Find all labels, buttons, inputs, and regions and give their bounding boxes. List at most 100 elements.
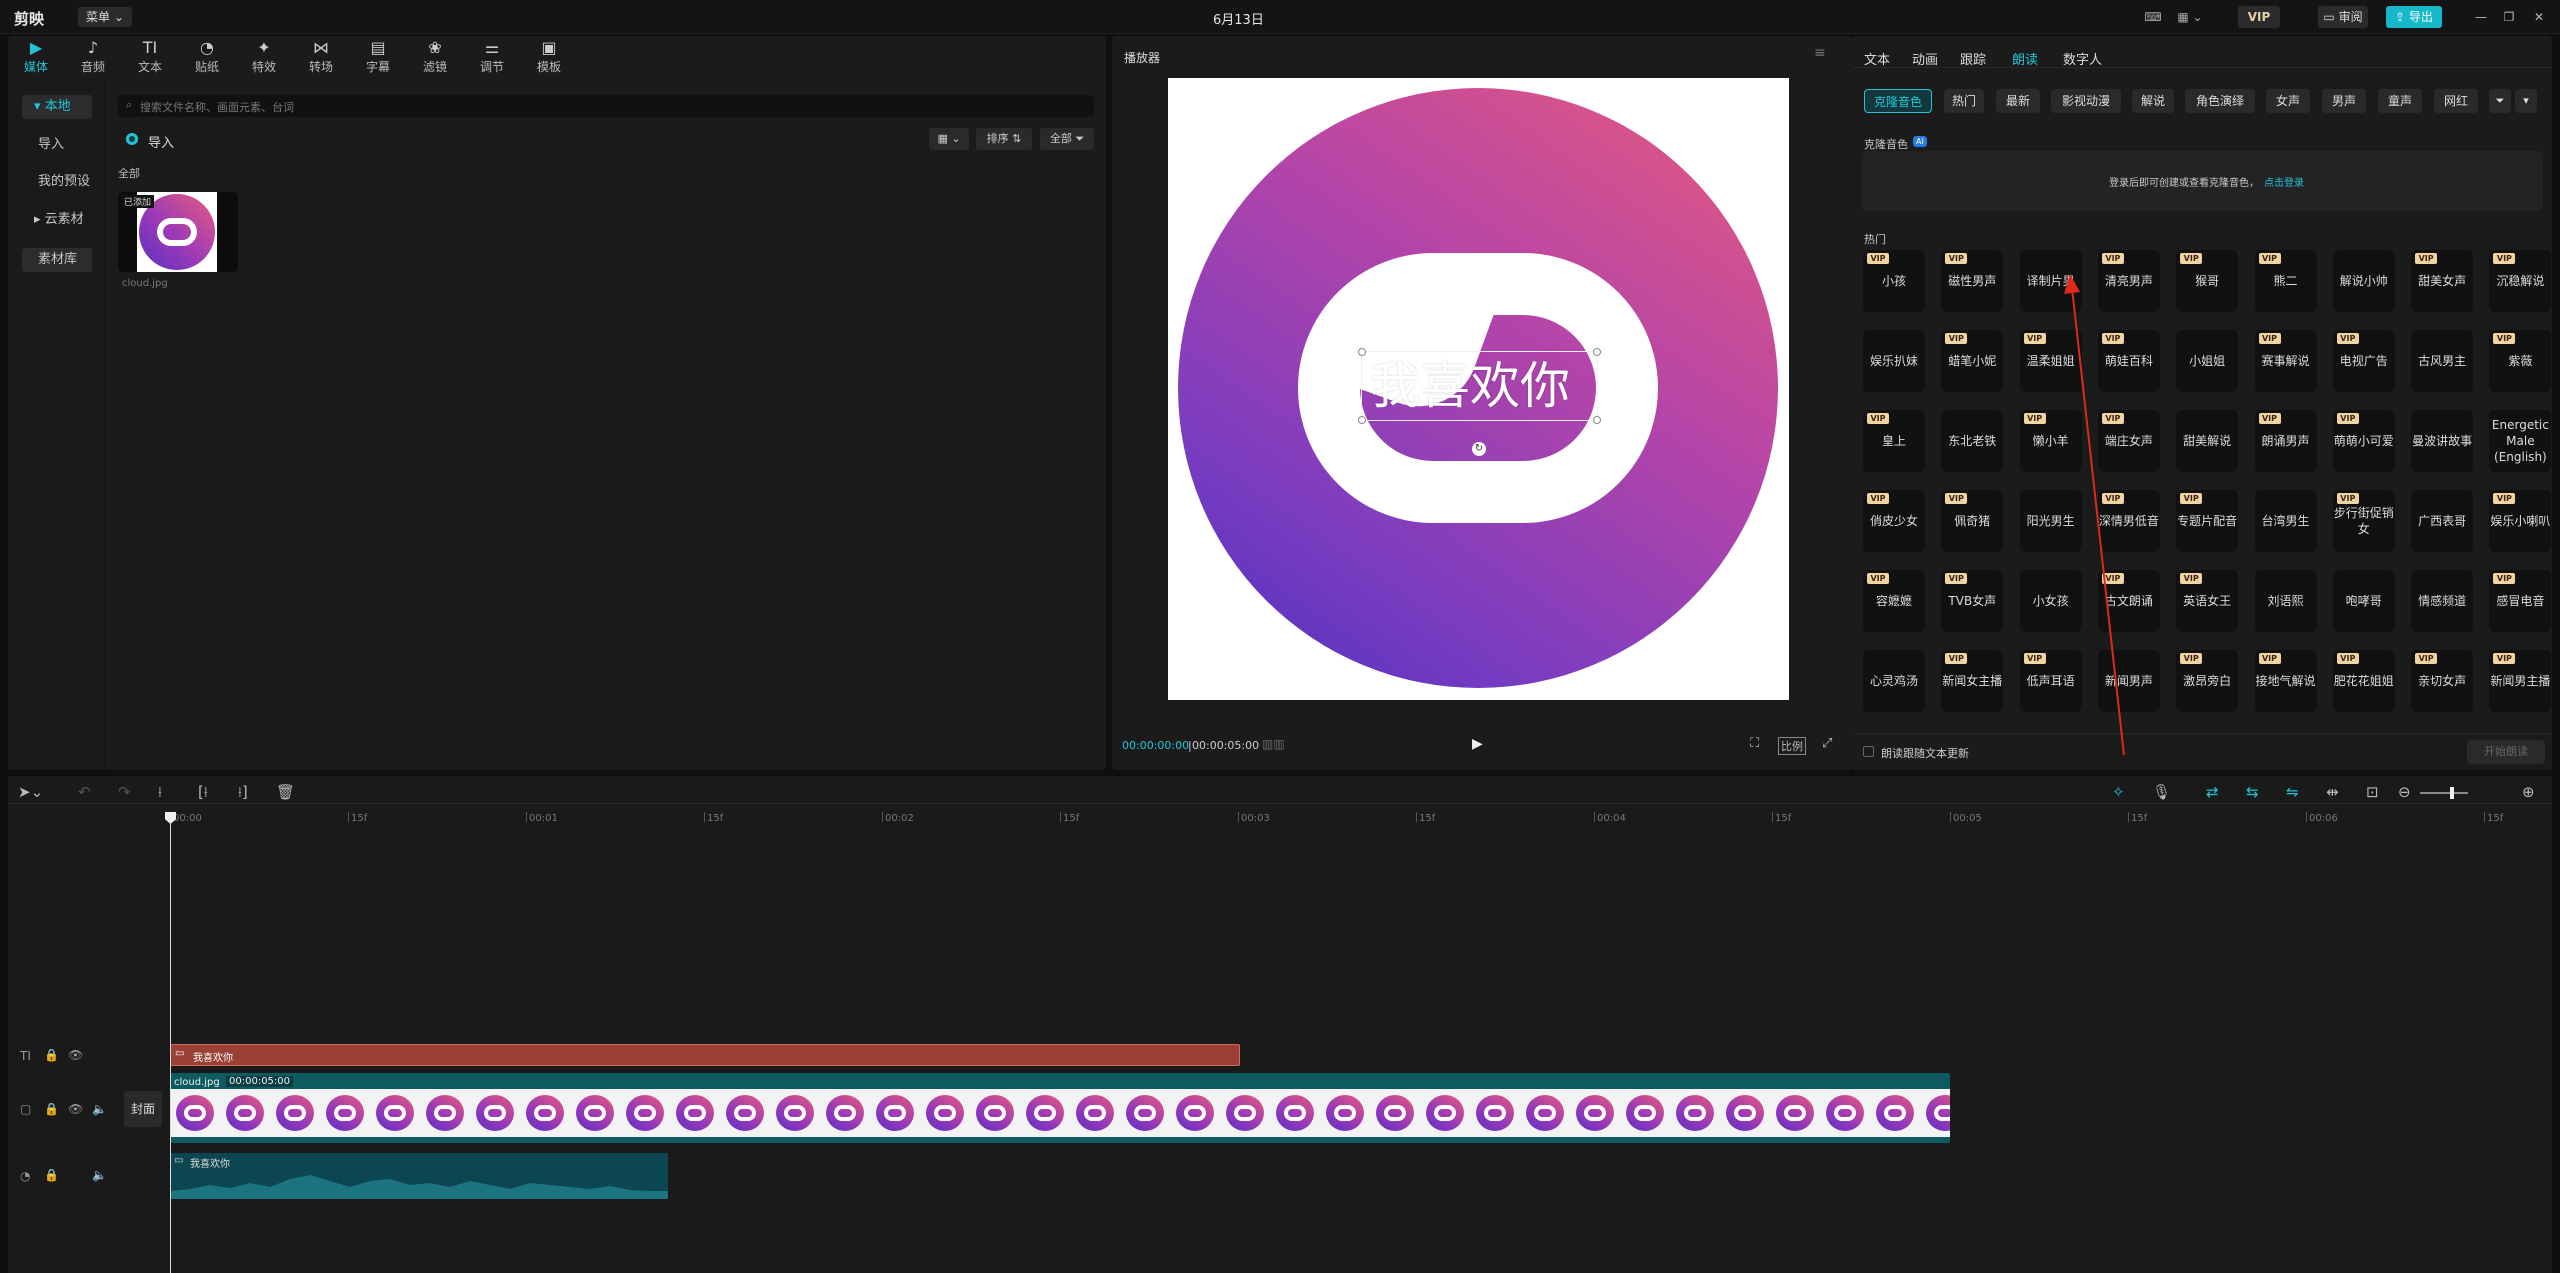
tab-4[interactable]: 数字人 [2063, 49, 2102, 68]
review-button[interactable]: ▭ 审阅 [2318, 6, 2368, 28]
voice-card[interactable]: 古风男主 [2411, 330, 2474, 392]
preview-icon[interactable]: ⊡ [2366, 783, 2379, 801]
voice-card[interactable]: 甜美解说 [2176, 410, 2239, 472]
voice-card[interactable]: VIP 猴哥 [2176, 250, 2239, 312]
vip-button[interactable]: VIP [2238, 6, 2280, 28]
voice-card[interactable]: VIP 容嬷嬷 [1863, 570, 1925, 632]
zoom-out-icon[interactable]: ⊖ [2398, 783, 2411, 801]
link-clips-icon[interactable]: ⇆ [2246, 783, 2259, 801]
sort-button[interactable]: 排序 ⇅ [976, 128, 1032, 150]
import-label[interactable]: 导入 [148, 132, 174, 151]
voice-card[interactable]: VIP 皇上 [1863, 410, 1925, 472]
video-clip[interactable]: cloud.jpg 00:00:05:00 [170, 1073, 1950, 1143]
chip-7[interactable]: 男声 [2322, 89, 2366, 113]
redo-icon[interactable]: ↷ [118, 783, 131, 801]
player-menu-icon[interactable]: ≡ [1814, 45, 1826, 61]
voice-card[interactable]: VIP 步行街促销女 [2332, 490, 2395, 552]
delete-icon[interactable]: 🗑 [276, 783, 295, 801]
chip-8[interactable]: 童声 [2378, 89, 2422, 113]
timecode-grid-icon[interactable]: ▥▥ [1262, 737, 1285, 751]
voice-card[interactable]: VIP 娱乐小喇叭 [2489, 490, 2552, 552]
minimize-icon[interactable]: — [2470, 6, 2492, 28]
select-tool-icon[interactable]: ➤⌄ [18, 783, 43, 801]
eye-icon[interactable]: 👁 [68, 1048, 83, 1062]
filter-icon[interactable]: ⏷ [2489, 89, 2511, 113]
split-screen-icon[interactable]: ⇹ [2326, 783, 2339, 801]
chip-3[interactable]: 影视动漫 [2051, 89, 2121, 113]
voice-card[interactable]: VIP 熊二 [2254, 250, 2317, 312]
media-search-input[interactable]: ⌕ 搜索文件名称、画面元素、台词 [118, 95, 1094, 117]
voice-card[interactable]: VIP 接地气解说 [2254, 650, 2317, 712]
eye-icon[interactable]: 👁 [68, 1102, 83, 1116]
chip-9[interactable]: 网红 [2434, 89, 2478, 113]
voice-card[interactable]: VIP 新闻男主播 [2489, 650, 2552, 712]
voice-card[interactable]: VIP 新闻女主播 [1941, 650, 2004, 712]
mute-icon[interactable]: 🔈 [92, 1168, 107, 1182]
clone-login-link[interactable]: 点击登录 [2264, 174, 2304, 189]
tool-subtitle[interactable]: ▤ 字幕 [354, 38, 402, 78]
sidebar-item-presets[interactable]: 我的预设 [22, 170, 102, 194]
voice-card[interactable]: VIP 沉稳解说 [2489, 250, 2552, 312]
voice-card[interactable]: VIP 磁性男声 [1941, 250, 2004, 312]
lock-icon[interactable]: 🔒 [44, 1168, 59, 1182]
voice-card[interactable]: VIP 专题片配音 [2176, 490, 2239, 552]
tool-audio[interactable]: ♪ 音频 [69, 38, 117, 78]
tab-2[interactable]: 跟踪 [1960, 49, 1986, 68]
tool-filter[interactable]: ❀ 滤镜 [411, 38, 459, 78]
sidebar-item-cloud[interactable]: ▸ 云素材 [22, 208, 92, 232]
voice-card[interactable]: 刘语熙 [2254, 570, 2317, 632]
tool-template[interactable]: ▣ 模板 [525, 38, 573, 78]
voice-card[interactable]: VIP 英语女王 [2176, 570, 2239, 632]
layout-icon[interactable]: ▦ ⌄ [2172, 6, 2208, 28]
chevron-down-icon[interactable]: ▾ [2515, 89, 2537, 113]
trim-right-icon[interactable]: ⟊] [238, 783, 248, 801]
voice-card[interactable]: 咆哮哥 [2332, 570, 2395, 632]
voice-card[interactable]: VIP 俏皮少女 [1863, 490, 1925, 552]
voice-card[interactable]: VIP 佩奇猪 [1941, 490, 2004, 552]
start-reading-button[interactable]: 开始朗读 [2467, 740, 2545, 764]
chip-2[interactable]: 最新 [1996, 89, 2040, 113]
voice-card[interactable]: 曼波讲故事 [2411, 410, 2474, 472]
sidebar-item-library[interactable]: 素材库 [22, 248, 92, 272]
ratio-button[interactable]: 比例 [1778, 737, 1806, 755]
mute-icon[interactable]: 🔈 [92, 1102, 107, 1116]
sidebar-item-import[interactable]: 导入 [22, 133, 92, 157]
voice-card[interactable]: VIP TVB女声 [1941, 570, 2004, 632]
tab-1[interactable]: 动画 [1912, 49, 1938, 68]
link-main-track-icon[interactable]: ⇄ [2206, 783, 2219, 801]
audio-clip[interactable]: ▭ 我喜欢你 [170, 1153, 668, 1199]
import-radio-icon[interactable] [126, 133, 138, 145]
auto-snap-icon[interactable]: ✧ [2112, 783, 2125, 801]
tool-text[interactable]: TI 文本 [126, 38, 174, 78]
filter-button[interactable]: 全部 ⏷ [1040, 128, 1094, 150]
view-toggle-button[interactable]: ▦ ⌄ [929, 128, 969, 150]
text-clip[interactable]: ▭ 我喜欢你 [170, 1044, 1240, 1066]
tool-adjust[interactable]: ⚌ 调节 [468, 38, 516, 78]
voice-card[interactable]: VIP 亲切女声 [2411, 650, 2474, 712]
chip-5[interactable]: 角色演绎 [2185, 89, 2255, 113]
media-asset-card[interactable]: 已添加 [118, 192, 238, 272]
voice-card[interactable]: VIP 萌萌小可爱 [2332, 410, 2395, 472]
voice-card[interactable]: VIP 激昂旁白 [2176, 650, 2239, 712]
voice-card[interactable]: 心灵鸡汤 [1863, 650, 1925, 712]
tab-3[interactable]: 朗读 [2012, 49, 2038, 68]
lock-icon[interactable]: 🔒 [44, 1048, 59, 1062]
resize-handle[interactable] [1593, 348, 1601, 356]
rotate-handle-icon[interactable]: ↻ [1472, 442, 1486, 456]
expand-icon[interactable]: ⤢ [1822, 736, 1832, 751]
menu-button[interactable]: 菜单 ⌄ [78, 7, 132, 27]
tab-0[interactable]: 文本 [1864, 49, 1890, 68]
voice-card[interactable]: VIP 朗诵男声 [2254, 410, 2317, 472]
resize-handle[interactable] [1358, 416, 1366, 424]
voice-card[interactable]: 广西表哥 [2411, 490, 2474, 552]
voice-card[interactable]: 解说小帅 [2332, 250, 2395, 312]
zoom-slider[interactable] [2420, 787, 2468, 799]
play-icon[interactable]: ▶ [1472, 736, 1483, 752]
cover-button[interactable]: 封面 [124, 1091, 162, 1127]
chip-4[interactable]: 解说 [2132, 89, 2174, 113]
video-canvas[interactable]: 我喜欢你 ↻ [1168, 78, 1789, 700]
trim-left-icon[interactable]: [⟊ [198, 783, 208, 801]
follow-text-checkbox[interactable] [1863, 746, 1874, 757]
keyboard-icon[interactable]: ⌨ [2142, 6, 2164, 28]
voice-card[interactable]: VIP 紫薇 [2489, 330, 2552, 392]
